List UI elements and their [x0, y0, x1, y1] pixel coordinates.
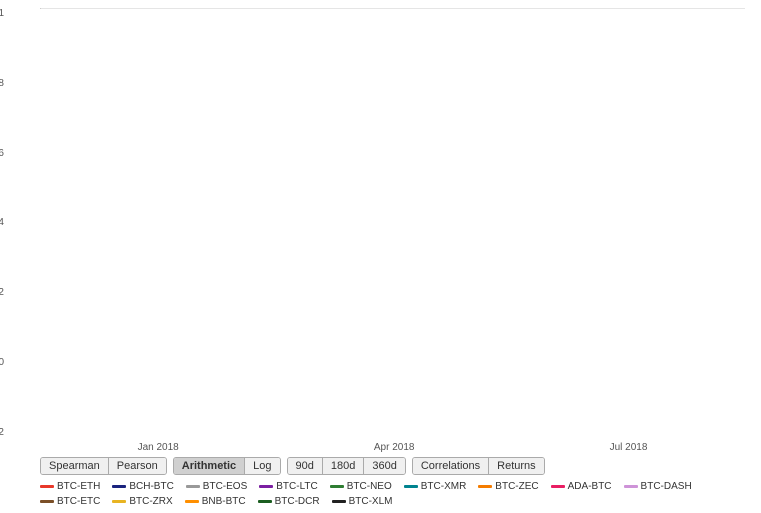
- legend-dot-bnb-btc: [185, 500, 199, 503]
- y-label-0: 0: [0, 357, 4, 368]
- legend-label-btc-neo: BTC-NEO: [347, 481, 392, 492]
- legend-dot-ada-btc: [551, 485, 565, 488]
- y-label-08: 0.8: [0, 78, 4, 89]
- legend-dot-btc-zrx: [112, 500, 126, 503]
- legend-dot-btc-ltc: [259, 485, 273, 488]
- legend-dot-btc-etc: [40, 500, 54, 503]
- legend-dot-btc-dash: [624, 485, 638, 488]
- legend-btc-zec: BTC-ZEC: [478, 481, 538, 492]
- legend-dot-bch-btc: [112, 485, 126, 488]
- legend-label-btc-zrx: BTC-ZRX: [129, 496, 172, 507]
- returns-button[interactable]: Returns: [489, 458, 544, 474]
- legend-btc-dcr: BTC-DCR: [258, 496, 320, 507]
- legend-label-btc-zec: BTC-ZEC: [495, 481, 538, 492]
- legend-btc-xmr: BTC-XMR: [404, 481, 467, 492]
- legend-label-ada-btc: ADA-BTC: [568, 481, 612, 492]
- x-label-apr: Apr 2018: [374, 442, 415, 453]
- y-label-1: 1: [0, 8, 4, 19]
- 90d-button[interactable]: 90d: [288, 458, 323, 474]
- correlations-button[interactable]: Correlations: [413, 458, 489, 474]
- legend-label-btc-dcr: BTC-DCR: [275, 496, 320, 507]
- legend-btc-zrx: BTC-ZRX: [112, 496, 172, 507]
- legend-label-btc-eos: BTC-EOS: [203, 481, 247, 492]
- log-button[interactable]: Log: [245, 458, 279, 474]
- legend-dot-btc-eth: [40, 485, 54, 488]
- correlation-type-group: Spearman Pearson: [40, 457, 167, 475]
- main-container: 1 0.8 0.6 0.4 0.2 0 -0.2: [0, 0, 761, 513]
- x-label-jul: Jul 2018: [610, 442, 648, 453]
- legend-bch-btc: BCH-BTC: [112, 481, 173, 492]
- x-label-jan: Jan 2018: [138, 442, 179, 453]
- y-label-04: 0.4: [0, 217, 4, 228]
- legend-btc-eos: BTC-EOS: [186, 481, 247, 492]
- legend-label-btc-ltc: BTC-LTC: [276, 481, 317, 492]
- legend-btc-ltc: BTC-LTC: [259, 481, 317, 492]
- chart-area: [40, 8, 745, 9]
- legend-btc-dash: BTC-DASH: [624, 481, 692, 492]
- spearman-button[interactable]: Spearman: [41, 458, 109, 474]
- legend-label-btc-eth: BTC-ETH: [57, 481, 100, 492]
- pearson-button[interactable]: Pearson: [109, 458, 166, 474]
- legend-btc-xlm: BTC-XLM: [332, 496, 393, 507]
- x-axis: Jan 2018 Apr 2018 Jul 2018: [40, 442, 745, 453]
- legend-dot-btc-zec: [478, 485, 492, 488]
- legend: BTC-ETH BCH-BTC BTC-EOS BTC-LTC BTC-NEO …: [40, 481, 745, 507]
- scale-type-group: Arithmetic Log: [173, 457, 281, 475]
- legend-dot-btc-xlm: [332, 500, 346, 503]
- legend-dot-btc-dcr: [258, 500, 272, 503]
- y-axis: 1 0.8 0.6 0.4 0.2 0 -0.2: [0, 8, 8, 438]
- 360d-button[interactable]: 360d: [364, 458, 404, 474]
- legend-dot-btc-eos: [186, 485, 200, 488]
- legend-btc-etc: BTC-ETC: [40, 496, 100, 507]
- legend-btc-eth: BTC-ETH: [40, 481, 100, 492]
- 180d-button[interactable]: 180d: [323, 458, 364, 474]
- legend-bnb-btc: BNB-BTC: [185, 496, 246, 507]
- view-type-group: Correlations Returns: [412, 457, 545, 475]
- legend-dot-btc-neo: [330, 485, 344, 488]
- legend-btc-neo: BTC-NEO: [330, 481, 392, 492]
- legend-label-bch-btc: BCH-BTC: [129, 481, 173, 492]
- legend-label-btc-xmr: BTC-XMR: [421, 481, 467, 492]
- legend-dot-btc-xmr: [404, 485, 418, 488]
- y-label-neg02: -0.2: [0, 427, 4, 438]
- controls-bar: Spearman Pearson Arithmetic Log 90d 180d…: [40, 457, 753, 475]
- legend-label-btc-etc: BTC-ETC: [57, 496, 100, 507]
- legend-label-bnb-btc: BNB-BTC: [202, 496, 246, 507]
- y-label-06: 0.6: [0, 148, 4, 159]
- period-group: 90d 180d 360d: [287, 457, 406, 475]
- legend-label-btc-dash: BTC-DASH: [641, 481, 692, 492]
- legend-label-btc-xlm: BTC-XLM: [349, 496, 393, 507]
- legend-ada-btc: ADA-BTC: [551, 481, 612, 492]
- y-label-02: 0.2: [0, 287, 4, 298]
- arithmetic-button[interactable]: Arithmetic: [174, 458, 245, 474]
